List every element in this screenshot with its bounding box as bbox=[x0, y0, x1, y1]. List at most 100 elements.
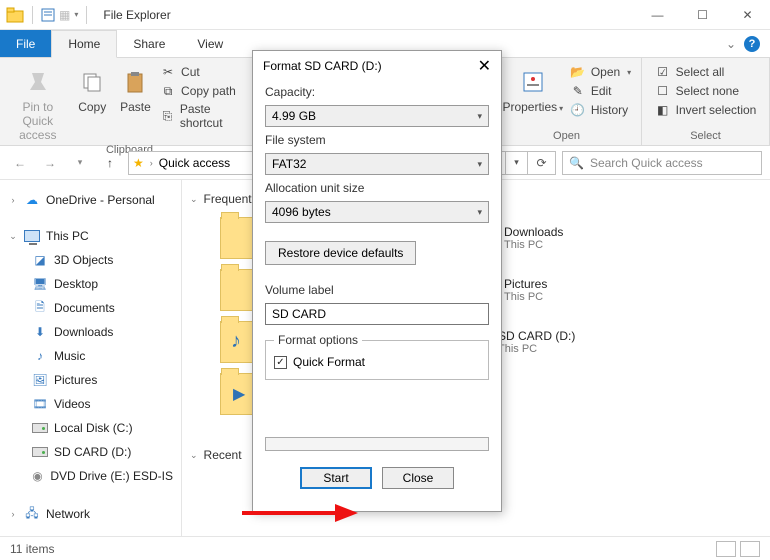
nav-pictures[interactable]: 🖼Pictures bbox=[4, 368, 177, 392]
dialog-actions: Start Close bbox=[265, 457, 489, 501]
tab-file[interactable]: File bbox=[0, 30, 51, 57]
dialog-close-button[interactable]: ✕ bbox=[478, 56, 491, 76]
expand-icon[interactable]: › bbox=[8, 509, 18, 519]
format-options-group: Format options ✓ Quick Format bbox=[265, 333, 489, 380]
allocation-label: Allocation unit size bbox=[265, 181, 489, 195]
tab-home[interactable]: Home bbox=[51, 30, 117, 58]
collapse-ribbon-icon[interactable]: ⌄ bbox=[726, 37, 736, 51]
nav-music[interactable]: ♪Music bbox=[4, 344, 177, 368]
nav-desktop[interactable]: 🖥Desktop bbox=[4, 272, 177, 296]
desktop-icon: 🖥 bbox=[32, 276, 48, 292]
address-location: Quick access bbox=[159, 156, 230, 170]
copy-button[interactable]: Copy bbox=[74, 62, 111, 114]
history-button[interactable]: 🕘History bbox=[570, 102, 631, 118]
dialog-titlebar: Format SD CARD (D:) ✕ bbox=[253, 51, 501, 81]
edit-button[interactable]: ✎Edit bbox=[570, 83, 631, 99]
dropdown-icon: ▾ bbox=[559, 104, 563, 113]
shortcut-icon: ⎘ bbox=[160, 108, 175, 124]
ribbon-help: ⌄ ? bbox=[726, 30, 770, 57]
search-input[interactable]: 🔍 Search Quick access bbox=[562, 151, 762, 175]
edit-icon: ✎ bbox=[570, 83, 586, 99]
properties-button[interactable]: Properties▾ bbox=[502, 62, 564, 116]
divider bbox=[32, 6, 33, 24]
status-bar: 11 items bbox=[0, 536, 770, 560]
download-icon: ⬇ bbox=[32, 324, 48, 340]
select-all-icon: ☑ bbox=[655, 64, 671, 80]
monitor-icon bbox=[24, 228, 40, 244]
minimize-button[interactable]: — bbox=[635, 0, 680, 30]
view-switcher bbox=[716, 541, 760, 557]
select-all-button[interactable]: ☑Select all bbox=[655, 64, 757, 80]
nav-network[interactable]: ›🖧Network bbox=[4, 502, 177, 526]
allocation-select[interactable]: 4096 bytes▾ bbox=[265, 201, 489, 223]
nav-local-disk-c[interactable]: Local Disk (C:) bbox=[4, 416, 177, 440]
start-button[interactable]: Start bbox=[300, 467, 372, 489]
document-icon: 🗎 bbox=[32, 300, 48, 316]
filesystem-select[interactable]: FAT32▾ bbox=[265, 153, 489, 175]
nav-dvd-drive-e[interactable]: ◉DVD Drive (E:) ESD-IS bbox=[4, 464, 177, 488]
tab-view[interactable]: View bbox=[181, 30, 239, 57]
dialog-title: Format SD CARD (D:) bbox=[263, 59, 382, 73]
address-dropdown-button[interactable]: ▾ bbox=[506, 151, 528, 175]
open-icon: 📂 bbox=[570, 64, 586, 80]
collapse-icon[interactable]: ⌄ bbox=[8, 231, 18, 242]
cube-icon: ◪ bbox=[32, 252, 48, 268]
tab-share[interactable]: Share bbox=[117, 30, 181, 57]
paste-shortcut-button[interactable]: ⎘Paste shortcut bbox=[160, 102, 251, 130]
help-icon[interactable]: ? bbox=[744, 36, 760, 52]
quick-format-checkbox[interactable]: ✓ Quick Format bbox=[274, 355, 480, 369]
nav-videos[interactable]: 🎞Videos bbox=[4, 392, 177, 416]
maximize-button[interactable]: ☐ bbox=[680, 0, 725, 30]
capacity-select[interactable]: 4.99 GB▾ bbox=[265, 105, 489, 127]
properties-icon[interactable] bbox=[41, 8, 55, 22]
select-none-button[interactable]: ☐Select none bbox=[655, 83, 757, 99]
quick-access-icon: ★ bbox=[133, 156, 144, 170]
window-titlebar: ▦ ▾ File Explorer — ☐ ✕ bbox=[0, 0, 770, 30]
up-button[interactable]: ↑ bbox=[98, 151, 122, 175]
details-view-button[interactable] bbox=[716, 541, 736, 557]
forward-button[interactable]: → bbox=[38, 151, 62, 175]
nav-sd-card-d[interactable]: SD CARD (D:) bbox=[4, 440, 177, 464]
paste-button[interactable]: Paste bbox=[117, 62, 154, 114]
window-title: File Explorer bbox=[97, 8, 170, 22]
newfolder-icon[interactable]: ▦ bbox=[59, 8, 70, 22]
expand-icon[interactable]: › bbox=[8, 195, 18, 205]
drive-icon bbox=[32, 420, 48, 436]
nav-3d-objects[interactable]: ◪3D Objects bbox=[4, 248, 177, 272]
pin-to-quick-access-button[interactable]: Pin to Quick access bbox=[8, 62, 68, 142]
close-button[interactable]: Close bbox=[382, 467, 454, 489]
volume-label-input[interactable]: SD CARD bbox=[265, 303, 489, 325]
tiles-view-button[interactable] bbox=[740, 541, 760, 557]
nav-this-pc[interactable]: ⌄This PC bbox=[4, 224, 177, 248]
qat-dropdown-icon[interactable]: ▾ bbox=[74, 10, 78, 19]
recent-locations-button[interactable]: ▾ bbox=[68, 151, 92, 175]
open-button[interactable]: 📂Open▾ bbox=[570, 64, 631, 80]
copy-path-button[interactable]: ⧉Copy path bbox=[160, 83, 251, 99]
invert-selection-button[interactable]: ◧Invert selection bbox=[655, 102, 757, 118]
window-controls: — ☐ ✕ bbox=[635, 0, 770, 30]
quick-access-toolbar: ▦ ▾ bbox=[0, 6, 97, 24]
nav-onedrive[interactable]: ›☁OneDrive - Personal bbox=[4, 188, 177, 212]
dropdown-icon: ▾ bbox=[627, 68, 631, 77]
format-dialog: Format SD CARD (D:) ✕ Capacity: 4.99 GB▾… bbox=[252, 50, 502, 512]
chevron-down-icon: ▾ bbox=[477, 159, 482, 170]
navigation-pane: ›☁OneDrive - Personal ⌄This PC ◪3D Objec… bbox=[0, 180, 182, 536]
search-placeholder: Search Quick access bbox=[590, 156, 703, 170]
clipboard-small-buttons: ✂Cut ⧉Copy path ⎘Paste shortcut bbox=[160, 62, 251, 130]
nav-documents[interactable]: 🗎Documents bbox=[4, 296, 177, 320]
back-button[interactable]: ← bbox=[8, 151, 32, 175]
nav-downloads[interactable]: ⬇Downloads bbox=[4, 320, 177, 344]
group-label: Open bbox=[553, 128, 580, 145]
close-button[interactable]: ✕ bbox=[725, 0, 770, 30]
refresh-button[interactable]: ⟳ bbox=[528, 151, 556, 175]
pin-icon bbox=[22, 66, 54, 98]
scissors-icon: ✂ bbox=[160, 64, 176, 80]
checkbox-icon: ✓ bbox=[274, 356, 287, 369]
cut-button[interactable]: ✂Cut bbox=[160, 64, 251, 80]
open-small-buttons: 📂Open▾ ✎Edit 🕘History bbox=[570, 62, 631, 118]
chevron-down-icon: ▾ bbox=[477, 111, 482, 122]
restore-defaults-button[interactable]: Restore device defaults bbox=[265, 241, 416, 265]
ribbon-group-select: ☑Select all ☐Select none ◧Invert selecti… bbox=[642, 58, 770, 145]
disc-icon: ◉ bbox=[31, 468, 45, 484]
progress-bar bbox=[265, 437, 489, 451]
